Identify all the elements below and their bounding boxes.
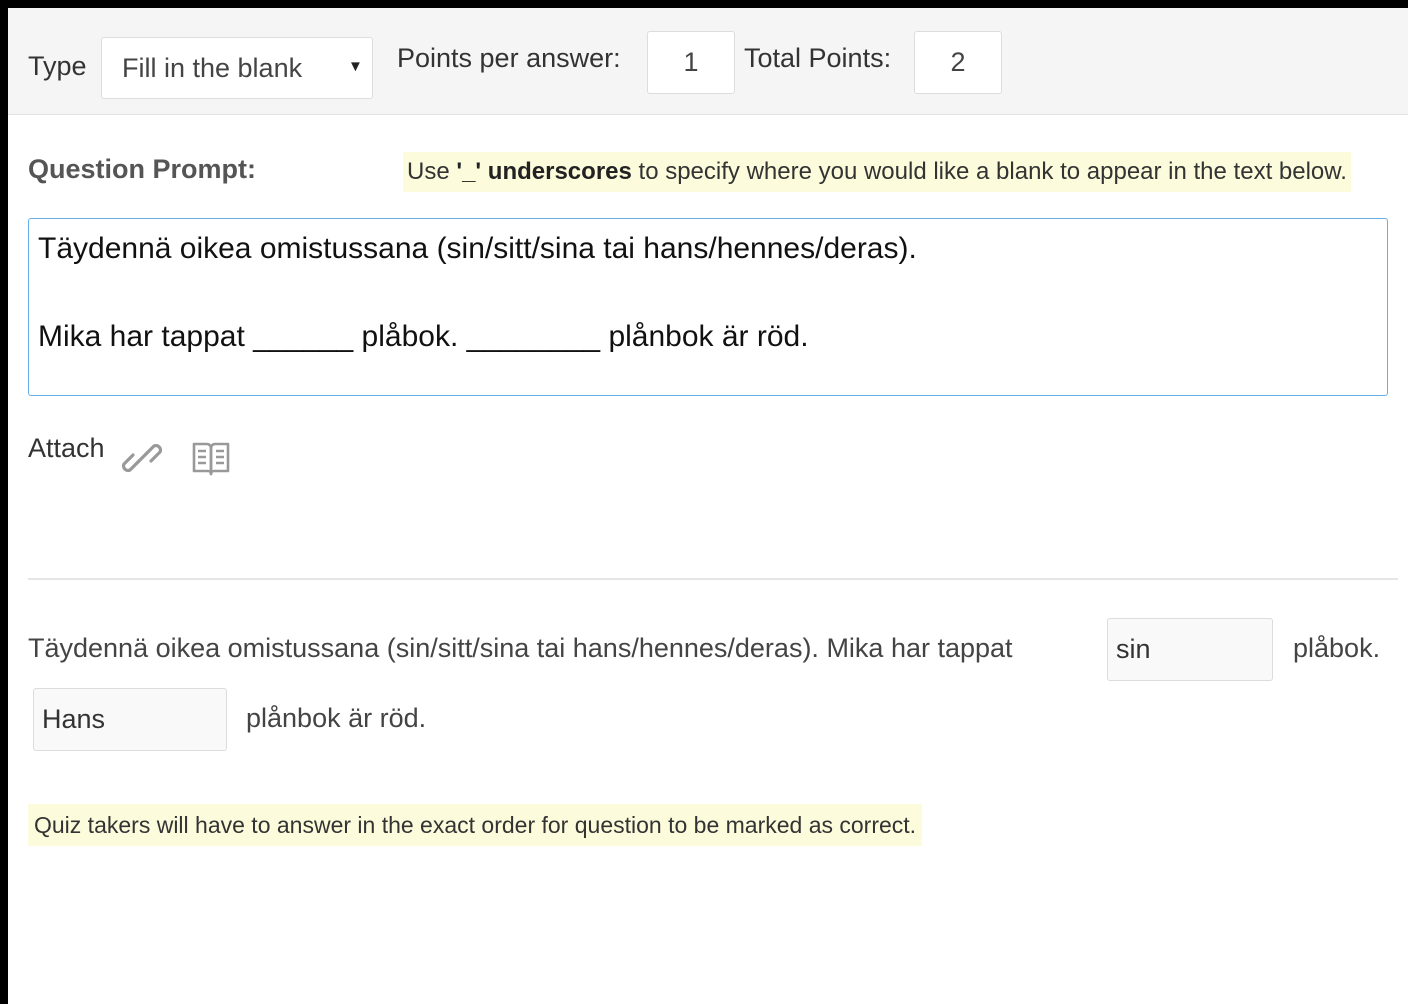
total-points-label: Total Points: [744,43,892,73]
type-label: Type [28,51,87,81]
book-icon[interactable] [191,438,231,483]
exact-order-note: Quiz takers will have to answer in the e… [28,804,923,846]
question-editor-panel: Type Fill in the blank ▼ Points per answ… [8,8,1408,1004]
underscore-hint: Use '_' underscores to specify where you… [403,152,1351,192]
question-prompt-label: Question Prompt: [28,154,256,184]
hint-text-pre: Use [407,158,457,185]
preview-blank-1-input[interactable]: sin [1107,618,1273,681]
attach-label: Attach [28,433,105,463]
dropdown-caret-icon: ▼ [348,58,363,75]
section-divider [28,578,1398,580]
prompt-text-line2: Mika har tappat ______ plåbok. ________ … [38,320,809,353]
hint-text-bold: '_' underscores [456,158,632,185]
hint-text-post: to specify where you would like a blank … [631,158,1347,185]
preview-sentence-part2: plåbok. [1293,633,1381,663]
question-prompt-textarea[interactable]: Täydennä oikea omistussana (sin/sitt/sin… [28,218,1388,396]
preview-blank-2-input[interactable]: Hans [33,688,227,751]
prompt-text-line1: Täydennä oikea omistussana (sin/sitt/sin… [38,232,917,265]
question-type-select[interactable]: Fill in the blank ▼ [101,37,373,99]
preview-sentence-part1: Täydennä oikea omistussana (sin/sitt/sin… [28,633,1013,663]
preview-sentence-part3: plånbok är röd. [246,703,427,733]
points-per-answer-input[interactable]: 1 [647,31,735,94]
total-points-field: 2 [914,31,1002,94]
points-per-answer-label: Points per answer: [397,43,621,73]
link-icon[interactable] [121,438,163,483]
question-type-value: Fill in the blank [122,53,303,83]
question-toolbar: Type Fill in the blank ▼ Points per answ… [8,8,1408,115]
